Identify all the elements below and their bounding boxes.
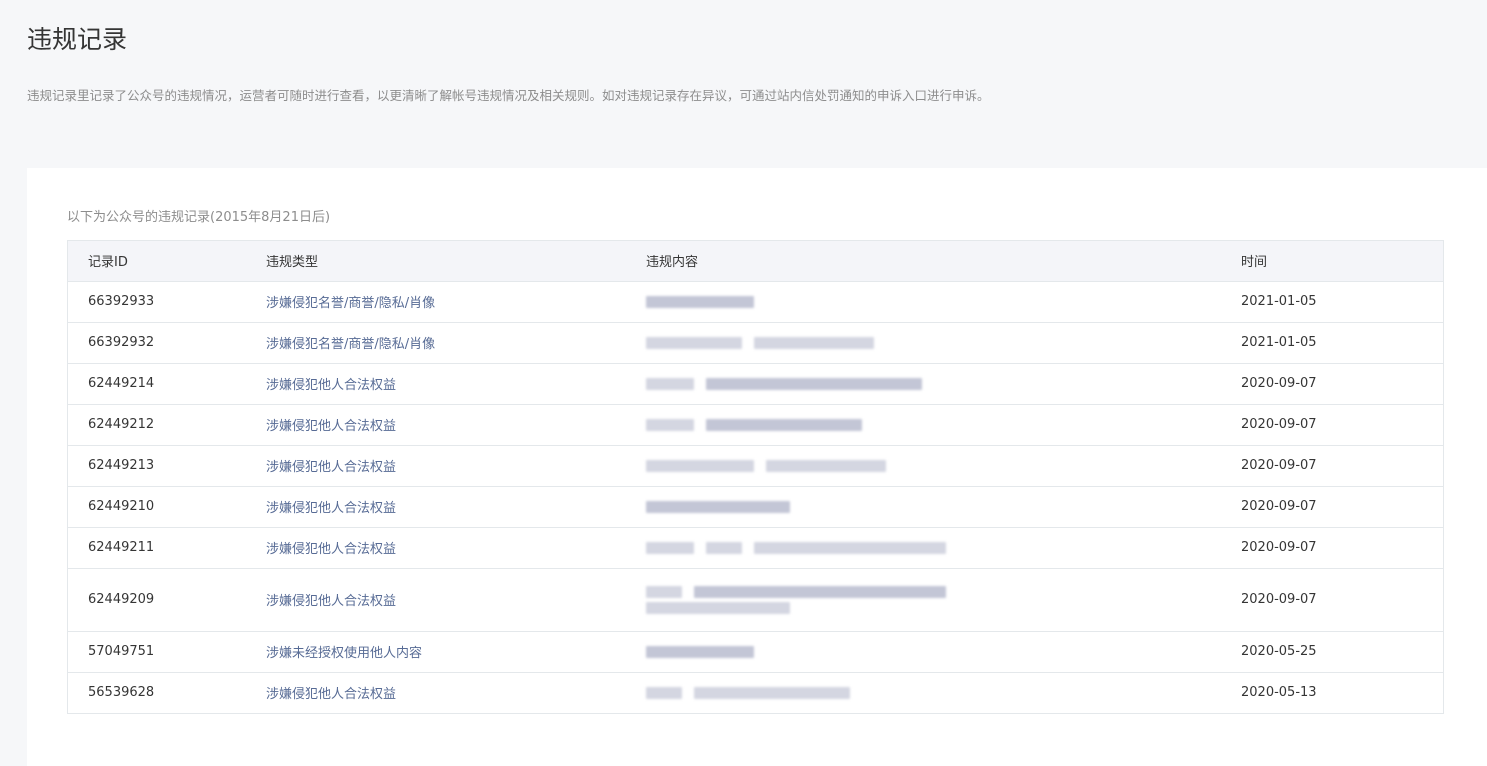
table-caption: 以下为公众号的违规记录(2015年8月21日后) xyxy=(67,210,331,225)
violation-type: 涉嫌侵犯他人合法权益 xyxy=(246,486,626,528)
violation-type: 涉嫌侵犯他人合法权益 xyxy=(246,527,626,569)
table-row: 66392932 涉嫌侵犯名誉/商誉/隐私/肖像 2021-01-05 xyxy=(68,322,1443,364)
violation-time: 2020-05-13 xyxy=(1241,685,1317,700)
violation-type: 涉嫌侵犯他人合法权益 xyxy=(246,568,626,632)
violation-content-redacted xyxy=(626,486,1221,528)
table-row: 56539628 涉嫌侵犯他人合法权益 2020-05-13 xyxy=(68,672,1443,713)
violation-time: 2020-09-07 xyxy=(1221,568,1443,632)
violation-type: 涉嫌侵犯他人合法权益 xyxy=(246,404,626,446)
violation-time: 2020-05-25 xyxy=(1221,631,1443,673)
record-id: 66392932 xyxy=(68,322,246,364)
header-violation-type: 违规类型 xyxy=(246,241,626,282)
record-id: 56539628 xyxy=(88,685,155,700)
table-row: 66392933 涉嫌侵犯名誉/商誉/隐私/肖像 2021-01-05 xyxy=(68,281,1443,323)
violation-content-redacted xyxy=(626,322,1221,364)
violation-content-redacted xyxy=(626,527,1221,569)
violation-time: 2020-09-07 xyxy=(1221,363,1443,405)
violation-type: 涉嫌侵犯他人合法权益 xyxy=(266,687,397,702)
violation-records-card: 以下为公众号的违规记录(2015年8月21日后) 记录ID 违规类型 违规内容 … xyxy=(27,168,1487,766)
violation-time: 2020-09-07 xyxy=(1221,486,1443,528)
header-record-id: 记录ID xyxy=(68,241,246,282)
record-id: 62449214 xyxy=(68,363,246,405)
violation-content-redacted xyxy=(626,281,1221,323)
table-row: 62449212 涉嫌侵犯他人合法权益 2020-09-07 xyxy=(68,404,1443,446)
table-row: 62449211 涉嫌侵犯他人合法权益 2020-09-07 xyxy=(68,527,1443,569)
record-id: 62449210 xyxy=(68,486,246,528)
violation-time: 2021-01-05 xyxy=(1221,281,1443,323)
violation-time: 2020-09-07 xyxy=(1221,445,1443,487)
header-time: 时间 xyxy=(1221,241,1443,282)
table-row: 62449214 涉嫌侵犯他人合法权益 2020-09-07 xyxy=(68,363,1443,405)
record-id: 57049751 xyxy=(68,631,246,673)
header-violation-content: 违规内容 xyxy=(626,241,1221,282)
table-row: 62449213 涉嫌侵犯他人合法权益 2020-09-07 xyxy=(68,445,1443,487)
violation-content-redacted xyxy=(626,363,1221,405)
page-title: 违规记录 xyxy=(27,25,128,54)
violation-type: 涉嫌侵犯名誉/商誉/隐私/肖像 xyxy=(246,281,626,323)
record-id: 62449212 xyxy=(68,404,246,446)
violation-type: 涉嫌未经授权使用他人内容 xyxy=(246,631,626,673)
table-row: 62449209 涉嫌侵犯他人合法权益 2020-09-07 xyxy=(68,568,1443,632)
table-row: 57049751 涉嫌未经授权使用他人内容 2020-05-25 xyxy=(68,631,1443,673)
violation-content-redacted xyxy=(626,404,1221,446)
violation-records-table: 记录ID 违规类型 违规内容 时间 66392933 涉嫌侵犯名誉/商誉/隐私/… xyxy=(67,240,1444,714)
violation-type: 涉嫌侵犯他人合法权益 xyxy=(246,363,626,405)
violation-content-redacted xyxy=(626,445,1221,487)
violation-type: 涉嫌侵犯名誉/商誉/隐私/肖像 xyxy=(246,322,626,364)
table-row: 62449210 涉嫌侵犯他人合法权益 2020-09-07 xyxy=(68,486,1443,528)
record-id: 62449209 xyxy=(68,568,246,632)
violation-content-redacted xyxy=(626,568,1221,632)
violation-time: 2020-09-07 xyxy=(1221,404,1443,446)
violation-content-redacted xyxy=(626,631,1221,673)
violation-time: 2020-09-07 xyxy=(1221,527,1443,569)
violation-time: 2021-01-05 xyxy=(1221,322,1443,364)
table-header-row: 记录ID 违规类型 违规内容 时间 xyxy=(68,241,1443,282)
record-id: 62449211 xyxy=(68,527,246,569)
record-id: 62449213 xyxy=(68,445,246,487)
page-description: 违规记录里记录了公众号的违规情况，运营者可随时进行查看，以更清晰了解帐号违规情况… xyxy=(27,88,990,103)
violation-content-redacted xyxy=(626,672,1221,713)
record-id: 66392933 xyxy=(68,281,246,323)
violation-type: 涉嫌侵犯他人合法权益 xyxy=(246,445,626,487)
